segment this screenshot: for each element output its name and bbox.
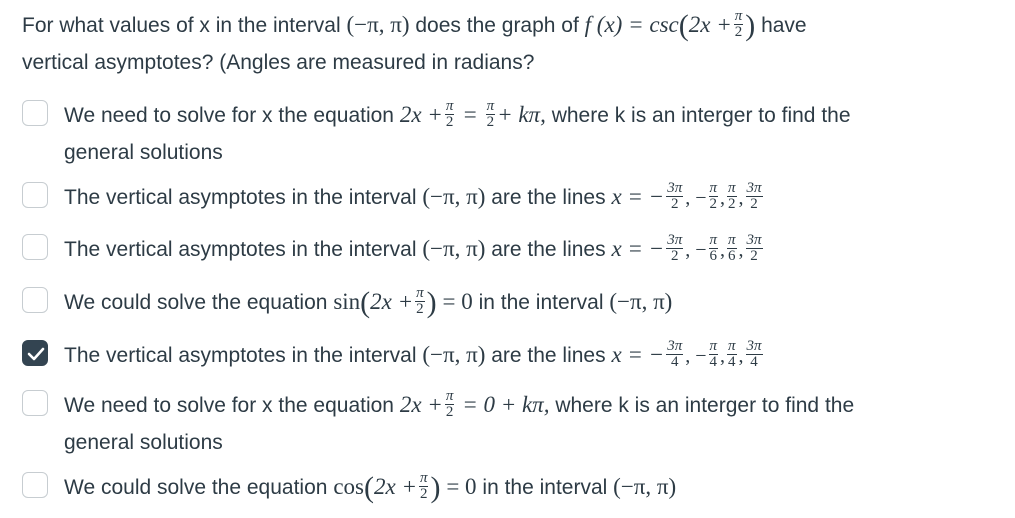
option-checkbox-checked[interactable] [22, 340, 48, 366]
option-label: The vertical asymptotes in the interval … [64, 179, 763, 212]
question-part-1: For what values of x in the interval [22, 14, 341, 37]
option-label: We could solve the equation sin(2x + π 2) … [64, 284, 673, 319]
question-text: For what values of x in the interval (−π… [22, 7, 807, 74]
checkmark-icon [27, 347, 45, 361]
option-checkbox[interactable] [22, 182, 48, 208]
option-checkbox[interactable] [22, 287, 48, 313]
question-part-3: have [761, 14, 807, 37]
function-argument: 2x + [688, 12, 732, 37]
option-label: The vertical asymptotes in the interval … [64, 337, 763, 370]
function-lhs: f (x) = csc [584, 12, 679, 37]
option-checkbox[interactable] [22, 100, 48, 126]
fraction-pi-over-2: π2 [733, 7, 744, 40]
option-checkbox[interactable] [22, 390, 48, 416]
option-checkbox[interactable] [22, 472, 48, 498]
option-checkbox[interactable] [22, 234, 48, 260]
option-label: We need to solve for x the equation 2x +… [64, 97, 851, 164]
option-label: The vertical asymptotes in the interval … [64, 231, 763, 264]
question-part-4: vertical asymptotes? (Angles are measure… [22, 51, 535, 74]
option-label: We need to solve for x the equation 2x +… [64, 387, 855, 454]
question-part-2: does the graph of [415, 14, 579, 37]
option-label: We could solve the equation cos(2x + π 2) … [64, 469, 677, 504]
question-interval: (−π, π) [346, 12, 410, 37]
